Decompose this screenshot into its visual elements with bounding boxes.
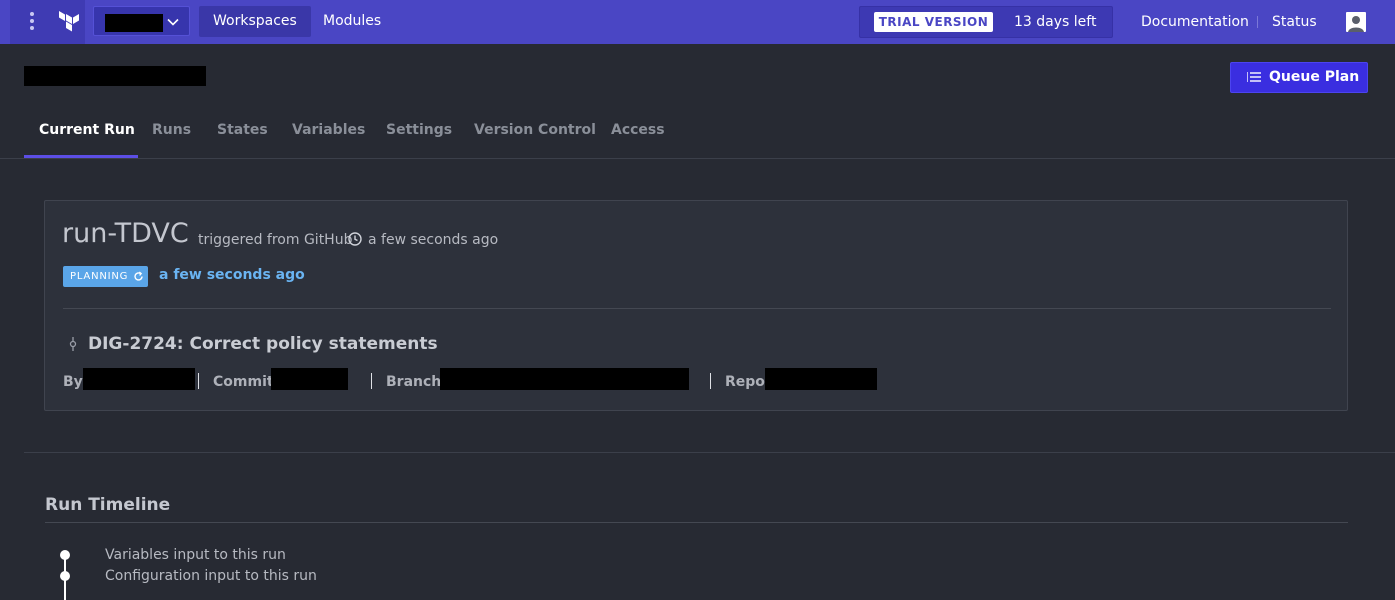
organization-selector[interactable] <box>93 6 190 36</box>
commit-icon <box>69 337 77 351</box>
tab-variables[interactable]: Variables <box>292 104 365 158</box>
run-time-ago: a few seconds ago <box>368 232 499 248</box>
timeline-dot <box>60 571 70 581</box>
app-menu-button[interactable] <box>10 0 85 44</box>
timeline-item-variables[interactable]: Variables input to this run <box>105 547 286 563</box>
top-navigation-bar: Workspaces Modules TRIAL VERSION 13 days… <box>0 0 1395 44</box>
nav-workspaces[interactable]: Workspaces <box>199 6 311 37</box>
tab-runs[interactable]: Runs <box>152 104 191 158</box>
trial-version-badge: TRIAL VERSION <box>874 12 993 32</box>
clock-icon <box>348 232 362 246</box>
commit-message[interactable]: DIG-2724: Correct policy statements <box>88 334 438 354</box>
topbar-divider <box>1257 16 1258 28</box>
status-link[interactable]: Status <box>1272 0 1317 44</box>
nav-modules[interactable]: Modules <box>309 6 395 37</box>
queue-plan-icon <box>1247 72 1261 82</box>
run-trigger: triggered from GitHub <box>198 232 353 248</box>
meta-divider <box>198 373 199 389</box>
terraform-logo-icon[interactable] <box>58 11 80 33</box>
tab-current-run[interactable]: Current Run <box>39 104 135 158</box>
workspace-tabs: Current Run Runs States Variables Settin… <box>24 104 1395 158</box>
tabs-divider <box>0 158 1395 159</box>
redacted-organization-name <box>105 14 163 32</box>
redacted-commit-sha <box>271 368 348 390</box>
section-divider <box>24 452 1395 453</box>
status-badge-label: PLANNING <box>70 271 129 282</box>
timeline-dot <box>60 550 70 560</box>
redacted-author <box>83 368 195 390</box>
menu-dots-icon <box>30 12 34 32</box>
tab-version-control[interactable]: Version Control <box>474 104 596 158</box>
meta-divider <box>371 373 372 389</box>
timeline-divider <box>45 522 1348 523</box>
sync-icon <box>134 271 143 281</box>
meta-divider <box>710 373 711 389</box>
redacted-branch <box>440 368 689 390</box>
redacted-workspace-name <box>24 66 206 86</box>
trial-days-left: 13 days left <box>1014 14 1097 30</box>
queue-plan-label: Queue Plan <box>1269 69 1360 85</box>
meta-commit-label: Commit <box>213 374 274 390</box>
tab-states[interactable]: States <box>217 104 268 158</box>
meta-branch-label: Branch <box>386 374 442 390</box>
timeline-item-configuration[interactable]: Configuration input to this run <box>105 568 317 584</box>
run-timeline-heading: Run Timeline <box>45 495 171 515</box>
meta-by-label: By <box>63 374 83 390</box>
current-run-card: run-TDVC triggered from GitHub a few sec… <box>44 200 1348 411</box>
user-avatar-icon[interactable] <box>1346 12 1366 32</box>
documentation-link[interactable]: Documentation <box>1141 0 1249 44</box>
chevron-down-icon <box>167 18 179 26</box>
tab-settings[interactable]: Settings <box>386 104 452 158</box>
run-id[interactable]: run-TDVC <box>62 217 189 251</box>
queue-plan-button[interactable]: Queue Plan <box>1230 62 1368 93</box>
meta-repo-label: Repo <box>725 374 765 390</box>
status-time-link[interactable]: a few seconds ago <box>159 267 305 283</box>
trial-banner[interactable]: TRIAL VERSION 13 days left <box>859 6 1113 38</box>
card-divider <box>63 308 1331 309</box>
redacted-repo <box>765 368 877 390</box>
tab-access[interactable]: Access <box>611 104 665 158</box>
status-badge: PLANNING <box>63 266 148 287</box>
